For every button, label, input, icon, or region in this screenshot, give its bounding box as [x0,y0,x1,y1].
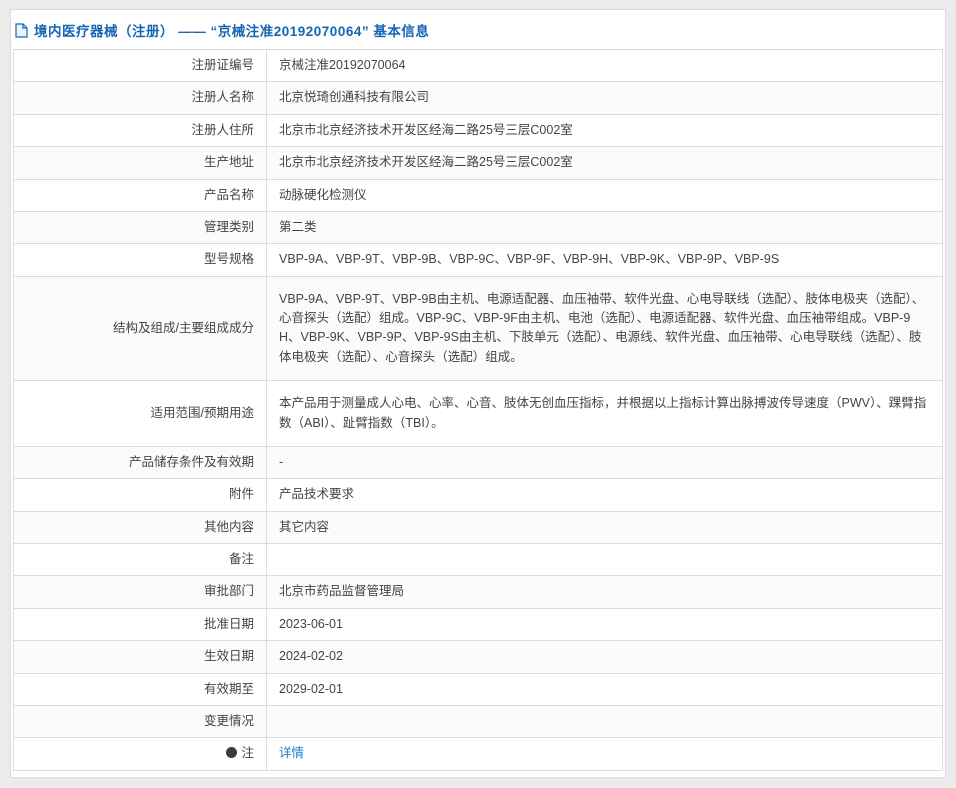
row-label: 结构及组成/主要组成成分 [14,276,267,381]
row-value: VBP-9A、VBP-9T、VBP-9B、VBP-9C、VBP-9F、VBP-9… [267,244,943,276]
row-value [267,705,943,737]
row-label: 产品储存条件及有效期 [14,446,267,478]
info-table: 注册证编号京械注准20192070064注册人名称北京悦琦创通科技有限公司注册人… [13,49,943,771]
table-row: 生效日期 2024-02-02 [14,641,943,673]
note-icon [226,747,237,758]
row-label: 备注 [14,544,267,576]
table-row: 其他内容其它内容 [14,511,943,543]
row-label-text: 附件 [229,487,254,501]
row-value: 本产品用于测量成人心电、心率、心音、肢体无创血压指标，并根据以上指标计算出脉搏波… [267,381,943,447]
page-header: 境内医疗器械（注册） —— “京械注准20192070064” 基本信息 [11,10,945,49]
row-label-text: 其他内容 [204,520,254,534]
document-icon [15,23,28,38]
table-row: 型号规格 VBP-9A、VBP-9T、VBP-9B、VBP-9C、VBP-9F、V… [14,244,943,276]
table-row: 审批部门北京市药品监督管理局 [14,576,943,608]
row-label: 批准日期 [14,608,267,640]
row-label-text: 注册人名称 [191,90,254,104]
table-row: 适用范围/预期用途本产品用于测量成人心电、心率、心音、肢体无创血压指标，并根据以… [14,381,943,447]
row-label: 注册人名称 [14,82,267,114]
row-value: 北京市北京经济技术开发区经海二路25号三层C002室 [267,114,943,146]
table-row: 产品名称动脉硬化检测仪 [14,179,943,211]
row-label: 注 [14,738,267,770]
row-label-text: 注册人住所 [191,123,254,137]
row-label-text: 审批部门 [204,584,254,598]
table-row: 注 详情 [14,738,943,770]
row-value: VBP-9A、VBP-9T、VBP-9B由主机、电源适配器、血压袖带、软件光盘、… [267,276,943,381]
row-value: 2029-02-01 [267,673,943,705]
row-value: 动脉硬化检测仪 [267,179,943,211]
row-value: 京械注准20192070064 [267,50,943,82]
row-value: 第二类 [267,211,943,243]
row-value: 产品技术要求 [267,479,943,511]
row-label: 有效期至 [14,673,267,705]
row-value: 北京悦琦创通科技有限公司 [267,82,943,114]
row-label-text: 适用范围/预期用途 [151,406,254,420]
row-label-text: 管理类别 [204,220,254,234]
row-label-text: 型号规格 [204,252,254,266]
row-label-text: 生效日期 [204,649,254,663]
row-label: 管理类别 [14,211,267,243]
row-value [267,544,943,576]
row-value: - [267,446,943,478]
table-row: 注册人住所北京市北京经济技术开发区经海二路25号三层C002室 [14,114,943,146]
detail-link[interactable]: 详情 [279,746,304,760]
row-value: 2024-02-02 [267,641,943,673]
row-label: 注册证编号 [14,50,267,82]
table-row: 管理类别第二类 [14,211,943,243]
table-row: 结构及组成/主要组成成分 VBP-9A、VBP-9T、VBP-9B由主机、电源适配… [14,276,943,381]
row-value: 2023-06-01 [267,608,943,640]
row-label: 注册人住所 [14,114,267,146]
row-label-text: 批准日期 [204,617,254,631]
row-label: 产品名称 [14,179,267,211]
row-value: 其它内容 [267,511,943,543]
row-label-text: 备注 [229,552,254,566]
table-row: 注册人名称北京悦琦创通科技有限公司 [14,82,943,114]
table-row: 变更情况 [14,705,943,737]
registration-info-panel: 境内医疗器械（注册） —— “京械注准20192070064” 基本信息 注册证… [10,9,946,778]
row-label-text: 注 [241,746,254,760]
row-value: 北京市药品监督管理局 [267,576,943,608]
row-label: 变更情况 [14,705,267,737]
row-label-text: 有效期至 [204,682,254,696]
row-value: 详情 [267,738,943,770]
row-label: 生产地址 [14,147,267,179]
row-label-text: 变更情况 [204,714,254,728]
row-label-text: 产品储存条件及有效期 [129,455,254,469]
table-row: 有效期至 2029-02-01 [14,673,943,705]
page-title: 境内医疗器械（注册） —— “京械注准20192070064” 基本信息 [34,20,429,40]
row-label: 生效日期 [14,641,267,673]
row-label-text: 生产地址 [204,155,254,169]
table-row: 附件产品技术要求 [14,479,943,511]
row-label: 审批部门 [14,576,267,608]
row-label: 型号规格 [14,244,267,276]
row-label-text: 产品名称 [204,188,254,202]
row-label-text: 结构及组成/主要组成成分 [113,321,254,335]
table-row: 备注 [14,544,943,576]
row-label: 适用范围/预期用途 [14,381,267,447]
table-row: 注册证编号京械注准20192070064 [14,50,943,82]
row-label: 附件 [14,479,267,511]
table-row: 产品储存条件及有效期- [14,446,943,478]
table-row: 批准日期 2023-06-01 [14,608,943,640]
table-row: 生产地址北京市北京经济技术开发区经海二路25号三层C002室 [14,147,943,179]
row-value: 北京市北京经济技术开发区经海二路25号三层C002室 [267,147,943,179]
row-label: 其他内容 [14,511,267,543]
row-label-text: 注册证编号 [191,58,254,72]
